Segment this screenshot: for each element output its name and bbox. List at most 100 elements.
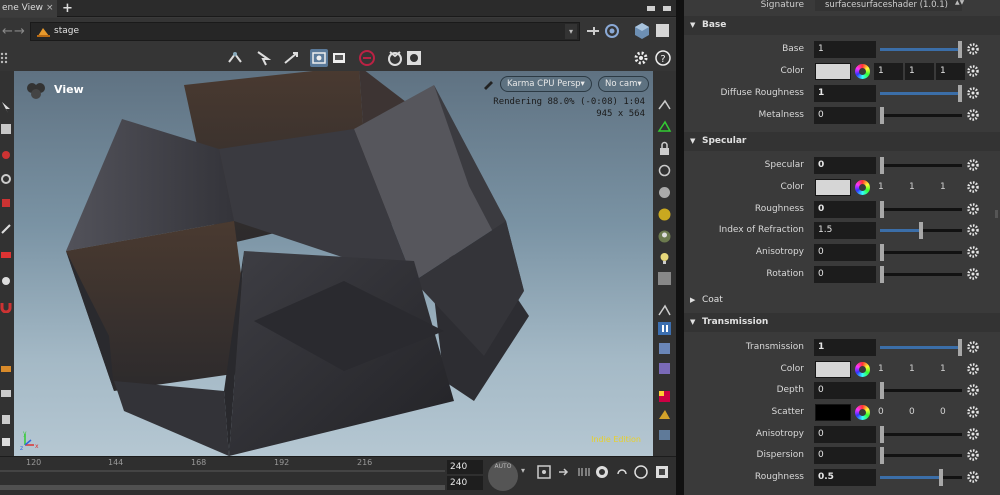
panel-scrollbar[interactable] bbox=[995, 210, 998, 218]
loop-icon[interactable] bbox=[614, 464, 630, 480]
gear-icon[interactable] bbox=[966, 158, 980, 172]
specular-anisotropy-field[interactable]: 0 bbox=[814, 244, 876, 261]
section-base[interactable]: ▼ Base bbox=[684, 16, 1000, 35]
scale-tool-icon[interactable] bbox=[0, 197, 12, 209]
dispersion-slider[interactable] bbox=[880, 447, 962, 464]
environment-icon[interactable] bbox=[657, 427, 672, 442]
gear-icon[interactable] bbox=[632, 49, 650, 67]
keyframe-channels-icon[interactable] bbox=[536, 464, 552, 480]
gear-icon[interactable] bbox=[966, 180, 980, 194]
slider-handle[interactable] bbox=[880, 157, 884, 174]
move-tool-icon[interactable] bbox=[0, 149, 12, 161]
specular-field[interactable]: 0 bbox=[814, 157, 876, 174]
keys-icon[interactable] bbox=[576, 464, 592, 480]
render-settings-icon[interactable] bbox=[405, 49, 423, 67]
scatter-color-b[interactable]: 0 bbox=[936, 404, 965, 421]
pause-render-icon[interactable] bbox=[657, 321, 672, 336]
gear-icon[interactable] bbox=[966, 267, 980, 281]
transmission-anisotropy-field[interactable]: 0 bbox=[814, 426, 876, 443]
layers-icon[interactable] bbox=[657, 341, 672, 356]
transmission-color-g[interactable]: 1 bbox=[905, 361, 934, 378]
specular-color-r[interactable]: 1 bbox=[874, 179, 903, 196]
gear-icon[interactable] bbox=[966, 362, 980, 376]
gear-icon[interactable] bbox=[966, 405, 980, 419]
context-path-field[interactable]: stage ▾ bbox=[30, 22, 580, 41]
slider-handle[interactable] bbox=[880, 266, 884, 283]
handle-tool-icon[interactable] bbox=[0, 223, 12, 235]
display-mode-icon[interactable] bbox=[657, 97, 672, 112]
viewport-camera-icon[interactable] bbox=[26, 82, 46, 100]
camera-menu[interactable]: No cam▾ bbox=[598, 76, 649, 92]
specular-roughness-field[interactable]: 0 bbox=[814, 201, 876, 218]
light-bulb-icon[interactable] bbox=[657, 251, 672, 266]
slider-handle[interactable] bbox=[880, 447, 884, 464]
rotation-slider[interactable] bbox=[880, 266, 962, 283]
view-tool-icon[interactable] bbox=[0, 363, 12, 375]
background-icon[interactable] bbox=[657, 271, 672, 286]
tumble-icon[interactable] bbox=[226, 49, 244, 67]
gear-icon[interactable] bbox=[966, 448, 980, 462]
global-animation-options-icon[interactable] bbox=[654, 464, 670, 480]
gear-icon[interactable] bbox=[966, 223, 980, 237]
timeline-range-slider[interactable] bbox=[0, 485, 445, 490]
shading-icon[interactable] bbox=[657, 185, 672, 200]
transmission-color-b[interactable]: 1 bbox=[936, 361, 965, 378]
add-tab-button[interactable]: + bbox=[62, 0, 73, 17]
pane-menu-icon[interactable] bbox=[646, 3, 656, 13]
back-arrow-icon[interactable]: ← bbox=[2, 24, 13, 39]
color-wheel-icon[interactable] bbox=[855, 64, 870, 79]
gear-icon[interactable] bbox=[966, 340, 980, 354]
pin-icon[interactable] bbox=[586, 25, 600, 37]
audio-icon[interactable] bbox=[633, 464, 649, 480]
diffuse-roughness-slider[interactable] bbox=[880, 85, 962, 102]
gear-icon[interactable] bbox=[966, 42, 980, 56]
lights-icon[interactable] bbox=[657, 229, 672, 244]
textures-icon[interactable] bbox=[657, 389, 672, 404]
metalness-field[interactable]: 0 bbox=[814, 107, 876, 124]
end-frame-field[interactable]: 240 bbox=[447, 476, 483, 490]
visibility-icon[interactable] bbox=[657, 119, 672, 134]
transform-icon[interactable] bbox=[282, 49, 300, 67]
gear-icon[interactable] bbox=[966, 64, 980, 78]
gear-icon[interactable] bbox=[966, 383, 980, 397]
rotation-field[interactable]: 0 bbox=[814, 266, 876, 283]
ior-field[interactable]: 1.5 bbox=[814, 222, 876, 239]
specular-color-b[interactable]: 1 bbox=[936, 179, 965, 196]
render-region-icon[interactable] bbox=[386, 49, 404, 67]
scatter-color-g[interactable]: 0 bbox=[905, 404, 934, 421]
metalness-slider[interactable] bbox=[880, 107, 962, 124]
rotate-tool-icon[interactable] bbox=[0, 173, 12, 185]
headlight-icon[interactable] bbox=[657, 207, 672, 222]
gear-icon[interactable] bbox=[966, 108, 980, 122]
gear-icon[interactable] bbox=[966, 470, 980, 484]
scene-cube-icon[interactable] bbox=[634, 22, 650, 40]
scatter-color-r[interactable]: 0 bbox=[874, 404, 903, 421]
slider-handle[interactable] bbox=[880, 107, 884, 124]
base-color-r[interactable]: 1 bbox=[874, 63, 903, 80]
color-wheel-icon[interactable] bbox=[855, 180, 870, 195]
tab-close-icon[interactable]: × bbox=[46, 0, 54, 17]
delete-tool-icon[interactable] bbox=[0, 413, 12, 425]
diffuse-roughness-field[interactable]: 1 bbox=[814, 85, 876, 102]
display-options-icon[interactable] bbox=[330, 49, 348, 67]
select-arrow-icon[interactable] bbox=[254, 49, 272, 67]
section-transmission[interactable]: ▼ Transmission bbox=[684, 313, 1000, 332]
slider-handle[interactable] bbox=[958, 339, 962, 356]
transmission-color-swatch[interactable] bbox=[815, 361, 851, 378]
trash-icon[interactable] bbox=[0, 435, 12, 447]
color-wheel-icon[interactable] bbox=[855, 362, 870, 377]
stop-render-icon[interactable] bbox=[358, 49, 376, 67]
step-forward-icon[interactable] bbox=[556, 464, 572, 480]
base-color-b[interactable]: 1 bbox=[936, 63, 965, 80]
signature-spinner-icon[interactable]: ▲▼ bbox=[955, 0, 964, 11]
pencil-icon[interactable] bbox=[482, 78, 494, 90]
slider-handle[interactable] bbox=[880, 382, 884, 399]
transmission-field[interactable]: 1 bbox=[814, 339, 876, 356]
light-tool-icon[interactable] bbox=[0, 275, 12, 287]
current-frame-field[interactable]: 240 bbox=[447, 460, 483, 474]
specular-anisotropy-slider[interactable] bbox=[880, 244, 962, 261]
camera-tool-icon[interactable] bbox=[0, 387, 12, 399]
specular-color-g[interactable]: 1 bbox=[905, 179, 934, 196]
3d-viewport[interactable]: View Karma CPU Persp▾ No cam▾ Rendering … bbox=[14, 71, 653, 456]
select-tool-icon[interactable] bbox=[0, 101, 12, 113]
